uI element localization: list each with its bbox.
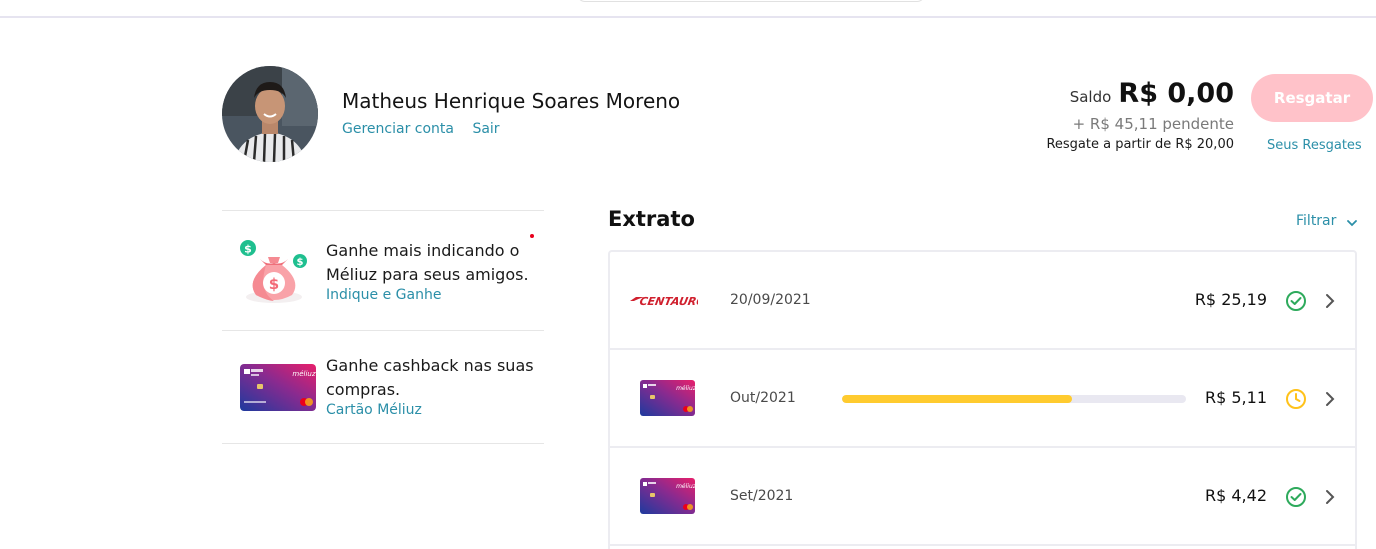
header-search-bar[interactable] xyxy=(577,0,925,2)
svg-text:CENTAURO: CENTAURO xyxy=(638,295,698,308)
chevron-right-icon[interactable] xyxy=(1324,489,1336,505)
pending-amount: + R$ 45,11 pendente xyxy=(1072,115,1234,133)
svg-text:$: $ xyxy=(269,275,279,293)
referral-link[interactable]: Indique e Ganhe xyxy=(326,287,541,304)
redeem-button[interactable]: Resgatar xyxy=(1251,74,1373,122)
check-circle-icon xyxy=(1285,486,1307,508)
card-promo[interactable]: méliuz Ganhe cashback nas suas compras. … xyxy=(222,330,544,444)
statement-date: Out/2021 xyxy=(730,390,796,406)
credit-card-icon: méliuz xyxy=(240,364,316,411)
logout-link[interactable]: Sair xyxy=(472,121,499,137)
credit-card-icon: méliuz xyxy=(628,380,698,416)
chevron-right-icon[interactable] xyxy=(1324,391,1336,407)
referral-promo[interactable]: $ $ $ Ganhe mais indicando o Méliuz para… xyxy=(222,210,544,331)
chevron-right-icon[interactable] xyxy=(1324,293,1336,309)
notification-dot xyxy=(530,234,534,238)
balance-amount: R$ 0,00 xyxy=(1118,78,1234,109)
svg-text:méliuz: méliuz xyxy=(676,483,697,490)
balance-panel: Saldo R$ 0,00 + R$ 45,11 pendente Resgat… xyxy=(1046,78,1234,152)
avatar[interactable] xyxy=(222,66,318,162)
svg-text:$: $ xyxy=(244,243,252,256)
statement-title: Extrato xyxy=(608,207,695,231)
clock-icon xyxy=(1285,388,1307,410)
statement-row[interactable]: méliuz Set/2021 R$ 4,42 xyxy=(610,448,1355,546)
chevron-down-icon xyxy=(1346,216,1357,227)
svg-text:méliuz: méliuz xyxy=(676,385,697,392)
statement-row[interactable]: CENTAURO 20/09/2021 R$ 25,19 xyxy=(610,252,1355,350)
balance-label: Saldo xyxy=(1069,88,1112,106)
redeem-minimum: Resgate a partir de R$ 20,00 xyxy=(1046,137,1234,152)
header-divider xyxy=(0,16,1376,18)
cashback-progress-fill xyxy=(842,395,1073,403)
svg-text:$: $ xyxy=(297,257,304,268)
referral-promo-text: Ganhe mais indicando o Méliuz para seus … xyxy=(326,241,529,284)
credit-card-icon: méliuz xyxy=(628,478,698,514)
check-circle-icon xyxy=(1285,290,1307,312)
cashback-progress-bar xyxy=(842,395,1186,403)
account-links: Gerenciar conta Sair xyxy=(342,121,514,137)
statement-date: 20/09/2021 xyxy=(730,292,811,308)
filter-button[interactable]: Filtrar xyxy=(1296,213,1357,229)
statement-value: R$ 25,19 xyxy=(1194,290,1267,309)
filter-label: Filtrar xyxy=(1296,213,1337,229)
statement-value: R$ 4,42 xyxy=(1204,486,1267,505)
statement-date: Set/2021 xyxy=(730,488,794,504)
svg-text:méliuz: méliuz xyxy=(292,370,315,378)
manage-account-link[interactable]: Gerenciar conta xyxy=(342,121,454,137)
card-promo-text: Ganhe cashback nas suas compras. xyxy=(326,356,534,399)
statement-list: CENTAURO 20/09/2021 R$ 25,19 méliuz Out/… xyxy=(608,250,1357,549)
statement-value: R$ 5,11 xyxy=(1204,388,1267,407)
meliuz-card-link[interactable]: Cartão Méliuz xyxy=(326,402,541,419)
my-redeems-link[interactable]: Seus Resgates xyxy=(1267,138,1362,153)
money-bag-icon: $ $ $ xyxy=(238,235,310,307)
user-name: Matheus Henrique Soares Moreno xyxy=(342,89,681,113)
centauro-logo-icon: CENTAURO xyxy=(628,282,707,318)
